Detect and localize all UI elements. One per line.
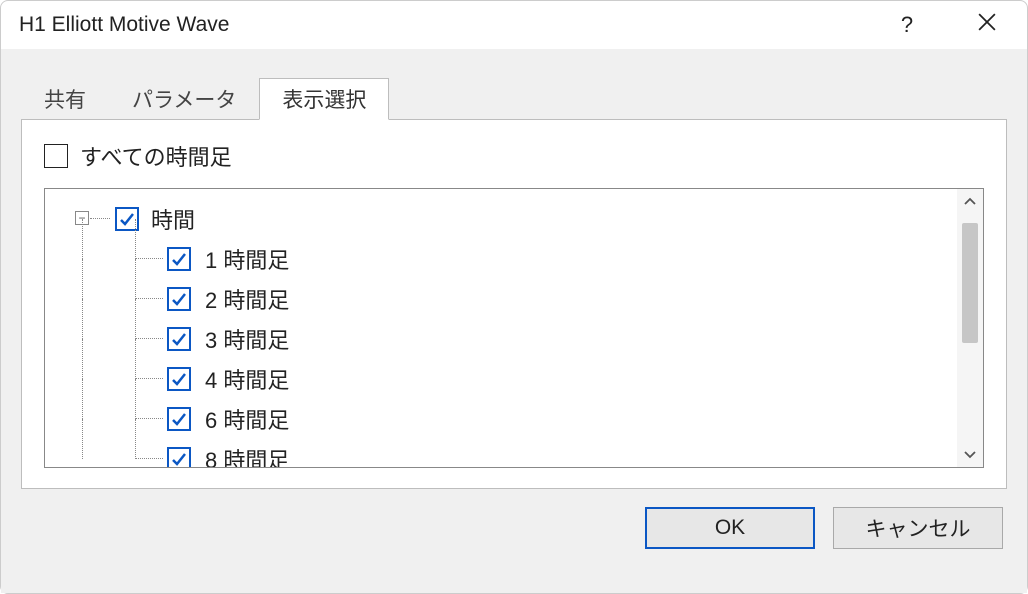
all-timeframes-row[interactable]: すべての時間足 (44, 140, 984, 172)
tabstrip: 共有 パラメータ 表示選択 (21, 77, 1007, 119)
tree-item[interactable]: 2 時間足 (67, 279, 951, 319)
tree-item[interactable]: 1 時間足 (67, 239, 951, 279)
help-icon: ? (901, 12, 913, 38)
tab-share[interactable]: 共有 (21, 77, 109, 119)
scroll-down-button[interactable] (957, 441, 983, 467)
tree-item-label: 6 時間足 (205, 403, 289, 435)
tree-item-checkbox[interactable] (167, 287, 191, 311)
help-button[interactable]: ? (883, 1, 931, 49)
tree-item-checkbox[interactable] (167, 247, 191, 271)
tree-item[interactable]: 3 時間足 (67, 319, 951, 359)
tree-item-label: 2 時間足 (205, 283, 289, 315)
cancel-button-label: キャンセル (866, 513, 971, 543)
tree-item-checkbox[interactable] (167, 327, 191, 351)
tree-guide: − (67, 199, 115, 239)
tree-item-label: 1 時間足 (205, 243, 289, 275)
all-timeframes-checkbox[interactable] (44, 144, 68, 168)
tree-item-checkbox[interactable] (167, 367, 191, 391)
ok-button-label: OK (715, 516, 745, 540)
tree-item-checkbox[interactable] (167, 407, 191, 431)
chevron-up-icon (964, 191, 976, 214)
scroll-up-button[interactable] (957, 189, 983, 215)
vertical-scrollbar[interactable] (957, 189, 983, 467)
tree-item[interactable]: 6 時間足 (67, 399, 951, 439)
tree-item-label: 8 時間足 (205, 443, 289, 467)
tree-root-hours[interactable]: − 時間 (67, 199, 951, 239)
close-icon (978, 13, 996, 37)
tree-inner: − 時間 (45, 189, 957, 467)
tree-item[interactable]: 4 時間足 (67, 359, 951, 399)
timeframe-tree: − 時間 (44, 188, 984, 468)
tab-display-selection[interactable]: 表示選択 (259, 78, 389, 120)
cancel-button[interactable]: キャンセル (833, 507, 1003, 549)
tab-label: 表示選択 (282, 84, 366, 114)
window-title: H1 Elliott Motive Wave (19, 13, 883, 37)
close-button[interactable] (963, 1, 1011, 49)
dialog-window: H1 Elliott Motive Wave ? 共有 パラメータ 表示選択 (0, 0, 1028, 594)
ok-button[interactable]: OK (645, 507, 815, 549)
button-bar: OK キャンセル (1, 489, 1027, 549)
tab-label: パラメータ (132, 84, 236, 114)
tree-item-checkbox[interactable] (167, 447, 191, 467)
chevron-down-icon (964, 443, 976, 466)
tree-item[interactable]: 8 時間足 (67, 439, 951, 467)
client-area: 共有 パラメータ 表示選択 すべての時間足 (1, 49, 1027, 593)
tab-label: 共有 (44, 84, 86, 114)
tab-container: 共有 パラメータ 表示選択 すべての時間足 (21, 77, 1007, 489)
tree-item-label: 4 時間足 (205, 363, 289, 395)
tree-item-label: 3 時間足 (205, 323, 289, 355)
tree-root-label: 時間 (151, 203, 195, 235)
scroll-thumb[interactable] (962, 223, 978, 343)
tree-guide (67, 439, 167, 467)
scroll-track[interactable] (957, 215, 983, 441)
all-timeframes-label: すべての時間足 (80, 140, 232, 172)
tab-panel-display-selection: すべての時間足 − (21, 119, 1007, 489)
tab-parameters[interactable]: パラメータ (109, 77, 259, 119)
titlebar: H1 Elliott Motive Wave ? (1, 1, 1027, 49)
